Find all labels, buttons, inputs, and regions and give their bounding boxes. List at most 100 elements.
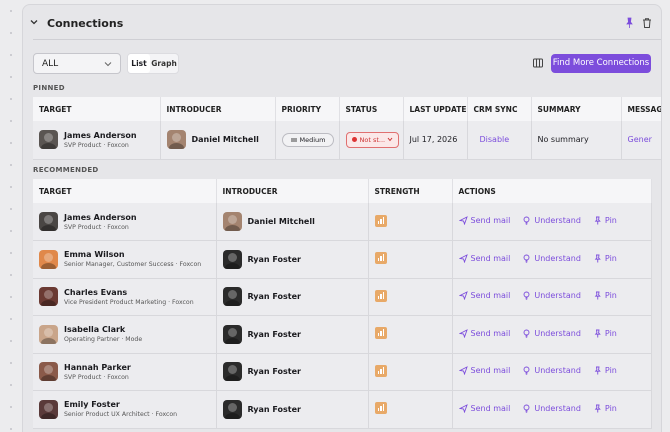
pin-icon — [594, 329, 601, 338]
table-row[interactable]: Emily Foster Senior Product UX Architect … — [33, 390, 652, 429]
pin-button[interactable]: Pin — [593, 254, 617, 263]
status-value: Not st... — [359, 135, 386, 144]
pinned-label: PINNED — [33, 84, 65, 92]
recommended-label: RECOMMENDED — [33, 166, 99, 174]
col-target[interactable]: TARGET — [33, 179, 217, 203]
send-mail-label: Send mail — [470, 328, 511, 338]
understand-button[interactable]: Understand — [522, 216, 581, 225]
send-mail-button[interactable]: Send mail — [458, 216, 510, 225]
col-strength[interactable]: STRENGTH — [368, 179, 453, 203]
chevron-down-icon — [387, 137, 393, 142]
collapse-chevron-icon[interactable] — [29, 17, 39, 27]
understand-label: Understand — [534, 403, 581, 413]
col-message[interactable]: MESSAG — [621, 97, 661, 121]
table-row[interactable]: Emma Wilson Senior Manager, Customer Succ… — [33, 240, 652, 279]
send-mail-button[interactable]: Send mail — [458, 404, 510, 413]
connections-panel: Connections ALL List Graph Find More Con… — [22, 4, 662, 432]
avatar — [166, 130, 186, 150]
pinned-row[interactable]: James Anderson SVP Product · Foxcon Dani… — [33, 121, 661, 160]
chevron-down-icon — [104, 62, 112, 67]
crm-sync-cell: Disable — [467, 121, 532, 160]
pin-button[interactable]: Pin — [593, 329, 617, 338]
table-row[interactable]: Hannah Parker SVP Product · Foxcon Ryan Fo… — [33, 353, 652, 391]
pin-button[interactable]: Pin — [593, 291, 617, 300]
target-cell: Emma Wilson Senior Manager, Customer Succ… — [33, 240, 217, 279]
send-mail-button[interactable]: Send mail — [458, 366, 510, 376]
col-status[interactable]: STATUS — [339, 97, 404, 121]
col-target[interactable]: TARGET — [33, 97, 161, 121]
target-cell: Emily Foster Senior Product UX Architect … — [33, 390, 217, 429]
message-cell: Gener — [621, 121, 661, 160]
filter-select[interactable]: ALL — [33, 53, 121, 74]
priority-badge[interactable]: Medium — [281, 132, 334, 147]
status-dropdown[interactable]: Not st... — [345, 131, 399, 148]
col-introducer[interactable]: INTRODUCER — [216, 179, 369, 203]
pin-label: Pin — [604, 328, 617, 338]
target-subtitle: SVP Product · Foxcon — [64, 373, 129, 381]
avatar — [39, 287, 58, 307]
col-crm-sync[interactable]: CRM SYNC — [467, 97, 532, 121]
pin-icon[interactable] — [623, 17, 635, 29]
send-mail-button[interactable]: Send mail — [458, 291, 510, 301]
introducer-name: Ryan Foster — [247, 292, 302, 302]
understand-button[interactable]: Understand — [522, 329, 581, 338]
trash-icon[interactable] — [641, 17, 653, 29]
understand-button[interactable]: Understand — [522, 254, 581, 263]
target-name: James Anderson — [64, 212, 137, 222]
col-last-updated[interactable]: LAST UPDATED — [403, 97, 468, 121]
pin-label: Pin — [604, 403, 617, 413]
col-actions: ACTIONS — [452, 179, 652, 203]
pin-label: Pin — [604, 253, 617, 263]
table-row[interactable]: Charles Evans Vice President Product Mark… — [33, 278, 652, 316]
table-row[interactable]: James Anderson SVP Product · Foxcon Daniel… — [33, 203, 652, 241]
col-summary[interactable]: SUMMARY — [531, 97, 622, 121]
introducer-name: Ryan Foster — [247, 404, 302, 414]
last-updated-value: Jul 17, 2026 — [403, 121, 468, 160]
pin-icon — [594, 291, 601, 300]
send-mail-button[interactable]: Send mail — [458, 253, 511, 263]
pin-button[interactable]: Pin — [593, 366, 617, 375]
actions-cell: Send mail Understand Pin — [452, 278, 652, 316]
avatar — [39, 130, 58, 150]
strength-bars-icon — [374, 402, 387, 415]
columns-icon[interactable] — [532, 57, 544, 69]
avatar — [39, 212, 58, 231]
status-dot-icon — [351, 136, 357, 142]
introducer-cell: Ryan Foster — [216, 278, 369, 316]
understand-label: Understand — [534, 366, 581, 376]
target-name: Emma Wilson — [64, 250, 125, 260]
view-list-tab[interactable]: List — [128, 54, 150, 73]
pin-button[interactable]: Pin — [593, 216, 617, 225]
lightbulb-icon — [523, 366, 530, 375]
table-row[interactable]: Isabella Clark Operating Partner · Mode Ry… — [33, 315, 652, 354]
send-mail-button[interactable]: Send mail — [458, 328, 511, 338]
strength-cell — [368, 315, 453, 354]
crm-disable-link[interactable]: Disable — [480, 135, 510, 144]
pin-button[interactable]: Pin — [593, 404, 617, 413]
target-name: Hannah Parker — [64, 362, 131, 372]
strength-bars-icon — [374, 289, 387, 302]
target-cell: Hannah Parker SVP Product · Foxcon — [33, 353, 217, 391]
lightbulb-icon — [523, 254, 530, 263]
introducer-cell: Daniel Mitchell — [216, 203, 369, 241]
understand-button[interactable]: Understand — [522, 366, 581, 375]
understand-label: Understand — [534, 253, 581, 263]
understand-button[interactable]: Understand — [522, 404, 581, 413]
view-graph-tab[interactable]: Graph — [150, 54, 178, 73]
view-toggle: List Graph — [127, 53, 179, 74]
understand-label: Understand — [534, 291, 581, 301]
col-priority[interactable]: PRIORITY — [275, 97, 340, 121]
actions-cell: Send mail Understand Pin — [452, 203, 652, 241]
send-mail-label: Send mail — [470, 253, 511, 263]
send-icon — [458, 253, 468, 263]
target-cell: James Anderson SVP Product · Foxcon — [33, 203, 217, 241]
generate-message-link[interactable]: Gener — [628, 135, 652, 144]
understand-label: Understand — [534, 328, 581, 338]
pin-label: Pin — [604, 366, 617, 376]
avatar — [39, 362, 58, 382]
col-introducer[interactable]: INTRODUCER — [160, 97, 276, 121]
introducer-name: Daniel Mitchell — [247, 217, 315, 226]
panel-title: Connections — [47, 17, 124, 30]
find-more-connections-button[interactable]: Find More Connections — [551, 54, 651, 73]
understand-button[interactable]: Understand — [522, 291, 581, 300]
